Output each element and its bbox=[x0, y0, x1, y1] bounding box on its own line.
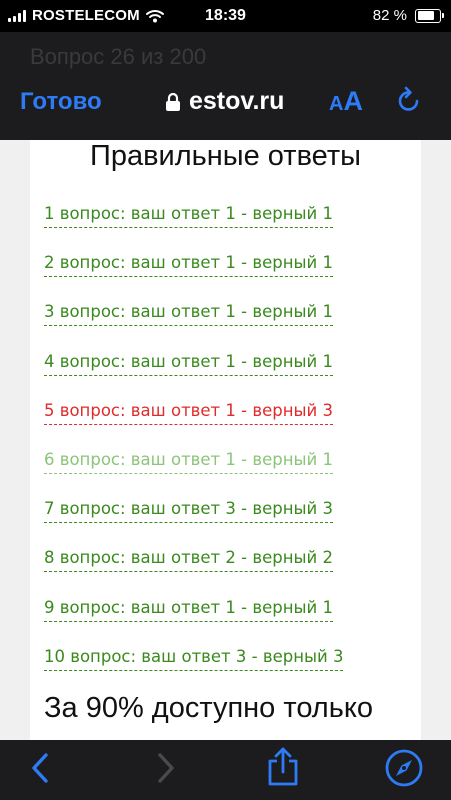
battery-icon bbox=[415, 8, 444, 23]
share-button[interactable] bbox=[266, 746, 300, 793]
back-button[interactable] bbox=[26, 750, 56, 791]
status-right: 82 % bbox=[372, 7, 444, 24]
text-size-small-label: A bbox=[329, 93, 344, 115]
browser-top-bar: Вопрос 26 из 200 Готово estov.ru AA bbox=[0, 32, 451, 140]
forward-button[interactable] bbox=[150, 750, 180, 791]
status-bar: ROSTELECOM 18:39 82 % bbox=[0, 0, 451, 32]
reload-icon bbox=[398, 86, 419, 111]
ghost-page-title: Вопрос 26 из 200 bbox=[30, 44, 207, 69]
compass-icon bbox=[385, 749, 423, 787]
share-icon bbox=[268, 747, 298, 786]
answer-link-2[interactable]: 2 вопрос: ваш ответ 1 - верный 1 bbox=[44, 253, 333, 278]
url-row: Готово estov.ru AA bbox=[0, 82, 451, 132]
lock-icon bbox=[166, 92, 180, 111]
page-content: Правильные ответы 1 вопрос: ваш ответ 1 … bbox=[30, 140, 421, 740]
done-button[interactable]: Готово bbox=[20, 88, 102, 116]
answer-link-9[interactable]: 9 вопрос: ваш ответ 1 - верный 1 bbox=[44, 598, 333, 622]
bottom-toolbar bbox=[0, 740, 451, 800]
battery-percent: 82 % bbox=[372, 7, 407, 24]
url-text: estov.ru bbox=[189, 87, 285, 115]
answer-link-7[interactable]: 7 вопрос: ваш ответ 3 - верный 3 bbox=[44, 499, 333, 524]
text-size-big-label: A bbox=[343, 86, 363, 116]
forward-icon bbox=[158, 753, 174, 783]
back-icon bbox=[32, 753, 48, 783]
answer-link-8[interactable]: 8 вопрос: ваш ответ 2 - верный 2 bbox=[44, 548, 333, 573]
answer-link-4[interactable]: 4 вопрос: ваш ответ 1 - верный 1 bbox=[44, 352, 333, 376]
reload-button[interactable] bbox=[395, 86, 423, 121]
answer-link-5[interactable]: 5 вопрос: ваш ответ 1 - верный 3 bbox=[44, 401, 333, 425]
answer-link-3[interactable]: 3 вопрос: ваш ответ 1 - верный 1 bbox=[44, 302, 333, 327]
bookmarks-button[interactable] bbox=[384, 748, 424, 793]
answer-link-10[interactable]: 10 вопрос: ваш ответ 3 - верный 3 bbox=[44, 647, 344, 671]
page-heading: Правильные ответы bbox=[90, 140, 361, 172]
answer-link-6[interactable]: 6 вопрос: ваш ответ 1 - верный 1 bbox=[44, 450, 333, 474]
summary-text: За 90% доступно только bbox=[44, 692, 373, 724]
text-size-button[interactable]: AA bbox=[329, 86, 363, 117]
answer-link-1[interactable]: 1 вопрос: ваш ответ 1 - верный 1 bbox=[44, 204, 333, 228]
address-bar[interactable]: estov.ru bbox=[165, 87, 284, 116]
